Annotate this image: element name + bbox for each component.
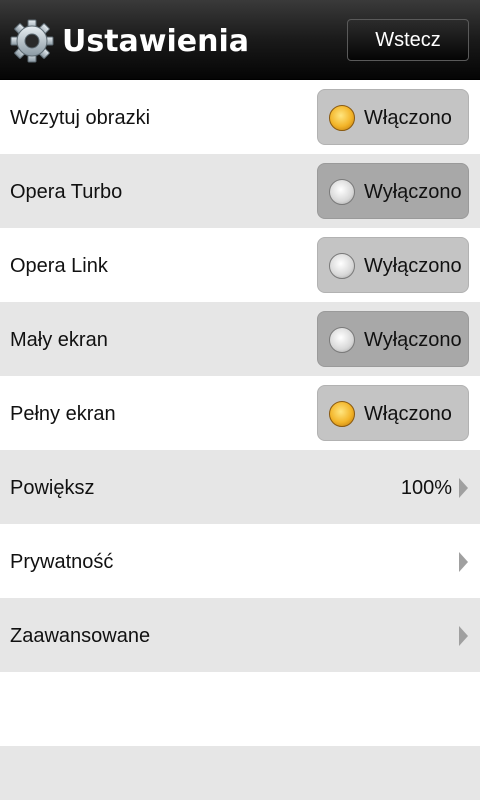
setting-row-opera-turbo: Opera Turbo Wyłączono xyxy=(0,154,480,228)
toggle-state-label: Włączono xyxy=(364,403,452,425)
setting-row-small-screen: Mały ekran Wyłączono xyxy=(0,302,480,376)
status-off-dot-icon xyxy=(329,253,355,279)
setting-row-load-images: Wczytuj obrazki Włączono xyxy=(0,80,480,154)
footer-bar xyxy=(0,746,480,800)
full-screen-toggle[interactable]: Włączono xyxy=(317,385,469,441)
setting-label: Pełny ekran xyxy=(10,403,116,425)
chevron-right-icon xyxy=(459,626,468,646)
status-on-dot-icon xyxy=(329,401,355,427)
opera-turbo-toggle[interactable]: Wyłączono xyxy=(317,163,469,219)
status-off-dot-icon xyxy=(329,327,355,353)
chevron-right-icon xyxy=(459,478,468,498)
settings-list: Wczytuj obrazki Włączono Opera Turbo Wył… xyxy=(0,80,480,800)
back-button[interactable]: Wstecz xyxy=(347,19,469,61)
title-bar: Ustawienia Wstecz xyxy=(0,0,480,80)
small-screen-toggle[interactable]: Wyłączono xyxy=(317,311,469,367)
opera-link-toggle[interactable]: Wyłączono xyxy=(317,237,469,293)
setting-row-opera-link: Opera Link Wyłączono xyxy=(0,228,480,302)
empty-space xyxy=(0,672,480,746)
status-on-dot-icon xyxy=(329,105,355,131)
load-images-toggle[interactable]: Włączono xyxy=(317,89,469,145)
setting-label: Opera Turbo xyxy=(10,181,123,203)
toggle-state-label: Włączono xyxy=(364,107,452,129)
nav-row-advanced[interactable]: Zaawansowane xyxy=(0,598,480,672)
status-off-dot-icon xyxy=(329,179,355,205)
toggle-state-label: Wyłączono xyxy=(364,181,462,203)
chevron-right-icon xyxy=(459,552,468,572)
nav-row-zoom[interactable]: Powiększ 100% xyxy=(0,450,480,524)
setting-label: Mały ekran xyxy=(10,329,108,351)
setting-label: Opera Link xyxy=(10,255,108,277)
gear-icon xyxy=(10,19,54,63)
toggle-state-label: Wyłączono xyxy=(364,329,462,351)
nav-label: Prywatność xyxy=(10,551,114,573)
nav-label: Zaawansowane xyxy=(10,625,151,647)
zoom-value: 100% xyxy=(400,477,452,499)
nav-label: Powiększ xyxy=(10,477,95,499)
setting-label: Wczytuj obrazki xyxy=(10,107,151,129)
setting-row-full-screen: Pełny ekran Włączono xyxy=(0,376,480,450)
toggle-state-label: Wyłączono xyxy=(364,255,462,277)
nav-row-privacy[interactable]: Prywatność xyxy=(0,524,480,598)
page-title: Ustawienia xyxy=(62,24,250,59)
